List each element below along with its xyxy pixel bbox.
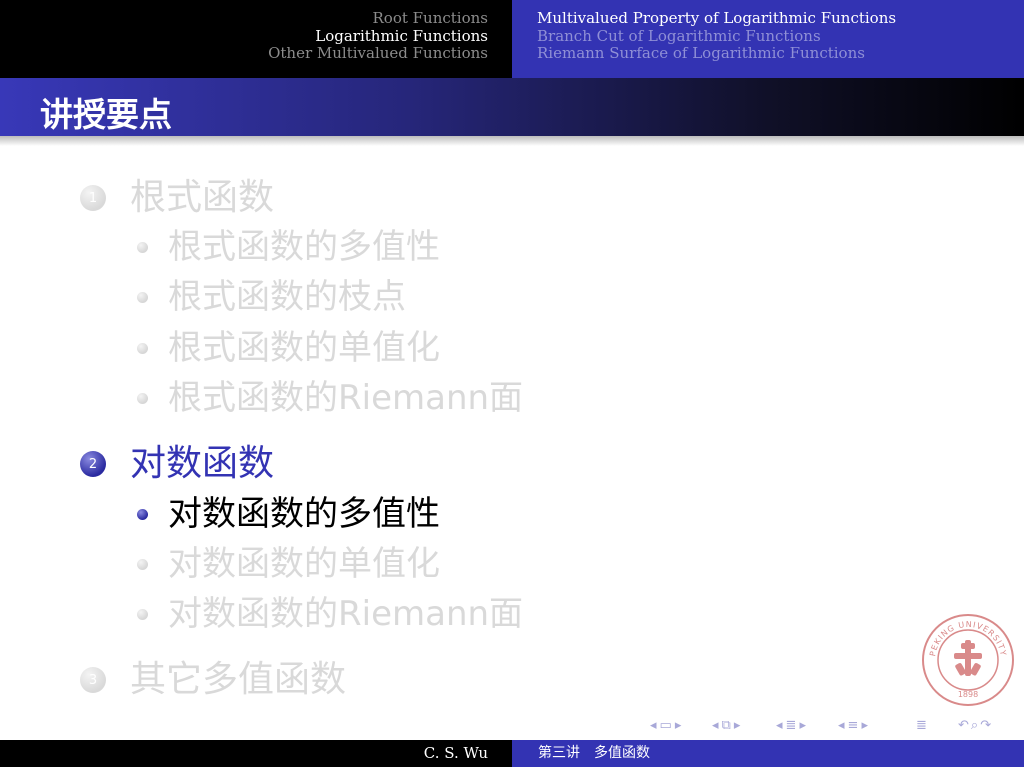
nav-subsection-icon[interactable]: ⧉ [722,718,731,733]
nav-document-icon[interactable]: ≡ [848,718,859,733]
nav-right-arrow-icon[interactable]: ▸ [861,718,868,733]
nav-section-controls: ◂ ≣ ▸ [776,716,806,734]
headline-bar: Root Functions Logarithmic Functions Oth… [0,0,1024,78]
nav-document-controls: ◂ ≡ ▸ [838,716,868,734]
item-label: 对数函数的多值性 [168,494,440,534]
outline-section-3[interactable]: 3 其它多值函数 [80,658,346,702]
bullet-icon [137,508,148,520]
nav-left-arrow-icon[interactable]: ◂ [776,718,783,733]
peking-university-seal-icon: PEKING UNIVERSITY 1898 [922,614,1014,706]
title-shadow [0,136,1024,146]
footline: C. S. Wu 第三讲 多值函数 [0,740,1024,767]
nav-section-other-multivalued[interactable]: Other Multivalued Functions [0,44,488,63]
nav-back-icon[interactable]: ↶ [958,718,969,733]
item-label: 对数函数的Riemann面 [168,594,524,634]
item-label: 根式函数的Riemann面 [168,378,524,418]
section-number-badge: 2 [80,451,106,477]
item-label: 根式函数的单值化 [168,328,440,368]
bullet-icon [137,558,148,570]
item-label: 对数函数的单值化 [168,544,440,584]
footer-author: C. S. Wu [0,740,512,767]
outline-section-2[interactable]: 2 对数函数 [80,442,274,486]
nav-left-arrow-icon[interactable]: ◂ [650,718,657,733]
outline-item[interactable]: 对数函数的单值化 [137,543,440,585]
nav-subsection-riemann-surface[interactable]: Riemann Surface of Logarithmic Functions [537,44,1024,63]
bullet-icon [137,291,148,303]
nav-right-arrow-icon[interactable]: ▸ [799,718,806,733]
nav-right-arrow-icon[interactable]: ▸ [675,718,682,733]
outline-item[interactable]: 根式函数的Riemann面 [137,377,523,419]
bullet-icon [137,608,148,620]
nav-left-arrow-icon[interactable]: ◂ [838,718,845,733]
frame-title-bar: 讲授要点 [0,78,1024,136]
outline-item[interactable]: 根式函数的多值性 [137,226,440,268]
bullet-icon [137,392,148,404]
nav-section-root-functions[interactable]: Root Functions [0,9,489,28]
section-number-badge: 1 [80,185,106,211]
nav-search-icon[interactable]: ⌕ [971,718,978,733]
nav-section-logarithmic-functions[interactable]: Logarithmic Functions [0,27,488,46]
nav-forward-icon[interactable]: ↷ [980,718,991,733]
nav-left-arrow-icon[interactable]: ◂ [712,718,719,733]
nav-subsection-multivalued-property[interactable]: Multivalued Property of Logarithmic Func… [537,9,1024,28]
bullet-icon [137,342,148,354]
item-label: 根式函数的枝点 [168,277,406,317]
item-label: 根式函数的多值性 [168,227,440,267]
nav-subsection-controls: ◂ ⧉ ▸ [712,716,740,734]
nav-section-icon[interactable]: ≣ [786,718,797,733]
outline-section-1[interactable]: 1 根式函数 [80,176,274,220]
section-nav: Root Functions Logarithmic Functions Oth… [0,0,512,78]
nav-appendix-icon[interactable]: ≣ [916,718,927,733]
nav-subsection-branch-cut[interactable]: Branch Cut of Logarithmic Functions [537,27,1024,46]
nav-frame-controls: ◂ ▭ ▸ [650,716,681,734]
footer-lecture-title: 第三讲 多值函数 [512,740,1024,767]
section-label: 其它多值函数 [130,659,347,700]
outline-item[interactable]: 根式函数的单值化 [137,327,440,369]
nav-right-arrow-icon[interactable]: ▸ [734,718,741,733]
nav-search-controls: ↶ ⌕ ↷ [958,716,991,734]
section-number-badge: 3 [80,667,106,693]
outline-item-current[interactable]: 对数函数的多值性 [137,493,440,535]
bullet-icon [137,241,148,253]
frame-title: 讲授要点 [40,95,172,134]
nav-frame-icon[interactable]: ▭ [660,718,672,733]
outline-item[interactable]: 根式函数的枝点 [137,276,406,318]
subsection-nav: Multivalued Property of Logarithmic Func… [512,0,1024,78]
section-label: 根式函数 [130,177,275,218]
section-label: 对数函数 [130,443,275,484]
outline-item[interactable]: 对数函数的Riemann面 [137,593,523,635]
seal-year: 1898 [958,690,978,699]
nav-appendix-controls: ≣ [916,716,927,734]
